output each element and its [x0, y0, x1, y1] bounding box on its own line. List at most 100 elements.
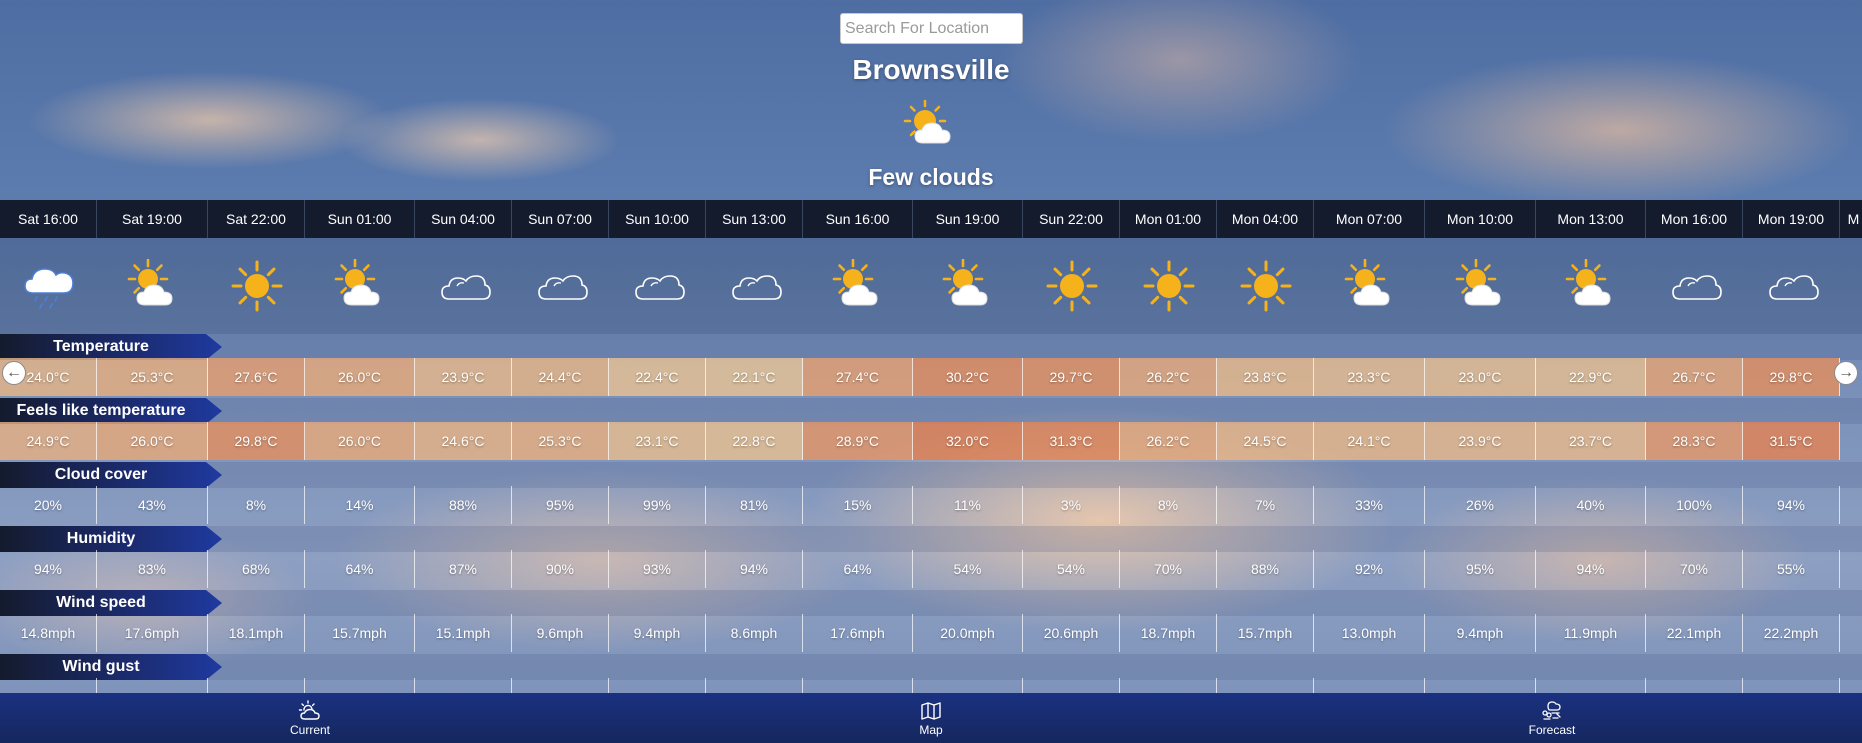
value-cell: 28.9°C	[803, 422, 913, 460]
value-cell: 15%	[803, 486, 913, 524]
value-cell: 9.6mph	[512, 614, 609, 652]
value-cell	[1023, 678, 1120, 693]
value-cell: 88%	[1217, 550, 1314, 588]
nav-forecast[interactable]: Forecast	[1492, 693, 1612, 743]
value-cell: 70%	[1120, 550, 1217, 588]
value-cell: 99%	[609, 486, 706, 524]
time-cell: Sat 19:00	[97, 200, 208, 238]
sun-cloud-outline-icon	[298, 699, 320, 720]
time-cell: Mon 16:00	[1646, 200, 1743, 238]
value-cell: 22.9°C	[1536, 358, 1646, 396]
value-cell: 29.8°C	[208, 422, 305, 460]
value-cell: 25.3°C	[512, 422, 609, 460]
value-cell: 22.1°C	[706, 358, 803, 396]
value-cell	[1840, 550, 1862, 588]
value-cell: 26.2°C	[1120, 358, 1217, 396]
value-cell	[1840, 486, 1862, 524]
value-cell: 23.9°C	[1425, 422, 1536, 460]
value-cell: 29.7°C	[1023, 358, 1120, 396]
temperature-values: 24.0°C 25.3°C 27.6°C 26.0°C 23.9°C 24.4°C 22.4…	[0, 358, 1862, 396]
value-cell	[1217, 678, 1314, 693]
feels-like-values: 24.9°C 26.0°C 29.8°C 26.0°C 24.6°C 25.3°C 23.1…	[0, 422, 1862, 460]
value-cell: 9.4mph	[1425, 614, 1536, 652]
time-cell: Sun 04:00	[415, 200, 512, 238]
value-cell: 20.0mph	[913, 614, 1023, 652]
value-cell: 14.8mph	[0, 614, 97, 652]
value-cell: 94%	[1743, 486, 1840, 524]
scroll-right-button[interactable]: →	[1834, 361, 1858, 385]
city-name: Brownsville	[852, 54, 1010, 85]
sun-cloud-icon	[903, 99, 959, 149]
value-cell	[609, 678, 706, 693]
bottom-navigation: Current Map Forecast	[0, 693, 1862, 743]
value-cell: 23.8°C	[1217, 358, 1314, 396]
sun-icon	[1023, 238, 1120, 334]
value-cell: 70%	[1646, 550, 1743, 588]
time-cell: Sun 16:00	[803, 200, 913, 238]
value-cell: 88%	[415, 486, 512, 524]
value-cell	[1646, 678, 1743, 693]
value-cell: 24.6°C	[415, 422, 512, 460]
value-cell: 54%	[1023, 550, 1120, 588]
value-cell	[415, 678, 512, 693]
value-cell: 81%	[706, 486, 803, 524]
value-cell: 24.1°C	[1314, 422, 1425, 460]
value-cell: 94%	[706, 550, 803, 588]
condition-text: Few clouds	[868, 164, 994, 190]
nav-map[interactable]: Map	[871, 693, 991, 743]
value-cell	[208, 678, 305, 693]
empty-icon-cell	[1840, 238, 1862, 334]
sun-cloud-icon	[1536, 238, 1646, 334]
temperature-row-label: Temperature	[0, 334, 222, 360]
scroll-left-button[interactable]: ←	[2, 361, 26, 385]
value-cell: 55%	[1743, 550, 1840, 588]
time-cell: Mon 10:00	[1425, 200, 1536, 238]
value-cell: 23.7°C	[1536, 422, 1646, 460]
cloud-cover-label-strip	[0, 462, 1862, 488]
humidity-label-strip	[0, 526, 1862, 552]
value-cell: 94%	[0, 550, 97, 588]
value-cell: 26.0°C	[305, 358, 415, 396]
value-cell	[1840, 678, 1862, 693]
value-cell	[1314, 678, 1425, 693]
cloud-cover-label: Cloud cover	[0, 462, 222, 488]
wind-speed-row-label: Wind speed	[0, 590, 222, 616]
time-cell: Mon 13:00	[1536, 200, 1646, 238]
value-cell: 3%	[1023, 486, 1120, 524]
humidity-row-label: Humidity	[0, 526, 222, 552]
wind-gust-label-strip	[0, 654, 1862, 680]
time-cell: M	[1840, 200, 1862, 238]
value-cell: 24.4°C	[512, 358, 609, 396]
value-cell: 14%	[305, 486, 415, 524]
value-cell	[1743, 678, 1840, 693]
value-cell	[913, 678, 1023, 693]
value-cell: 29.8°C	[1743, 358, 1840, 396]
value-cell: 93%	[609, 550, 706, 588]
nav-forecast-label: Forecast	[1528, 722, 1576, 737]
sun-icon	[1217, 238, 1314, 334]
value-cell: 33%	[1314, 486, 1425, 524]
sun-cloud-icon	[1314, 238, 1425, 334]
time-cell: Mon 04:00	[1217, 200, 1314, 238]
value-cell: 15.1mph	[415, 614, 512, 652]
search-input[interactable]	[840, 13, 1023, 44]
value-cell: 22.1mph	[1646, 614, 1743, 652]
value-cell: 11.9mph	[1536, 614, 1646, 652]
wind-speed-values: 14.8mph 17.6mph 18.1mph 15.7mph 15.1mph 9.6mp…	[0, 614, 1862, 652]
value-cell: 8%	[1120, 486, 1217, 524]
sun-icon	[1120, 238, 1217, 334]
value-cell: 26.0°C	[97, 422, 208, 460]
value-cell	[305, 678, 415, 693]
time-cell: Sun 07:00	[512, 200, 609, 238]
value-cell: 23.1°C	[609, 422, 706, 460]
value-cell: 24.5°C	[1217, 422, 1314, 460]
feels-like-label: Feels like temperature	[0, 398, 222, 424]
value-cell: 90%	[512, 550, 609, 588]
value-cell: 94%	[1536, 550, 1646, 588]
value-cell: 8.6mph	[706, 614, 803, 652]
value-cell: 22.8°C	[706, 422, 803, 460]
value-cell: 27.6°C	[208, 358, 305, 396]
value-cell: 17.6mph	[803, 614, 913, 652]
value-cell	[1840, 614, 1862, 652]
nav-current[interactable]: Current	[250, 693, 370, 743]
